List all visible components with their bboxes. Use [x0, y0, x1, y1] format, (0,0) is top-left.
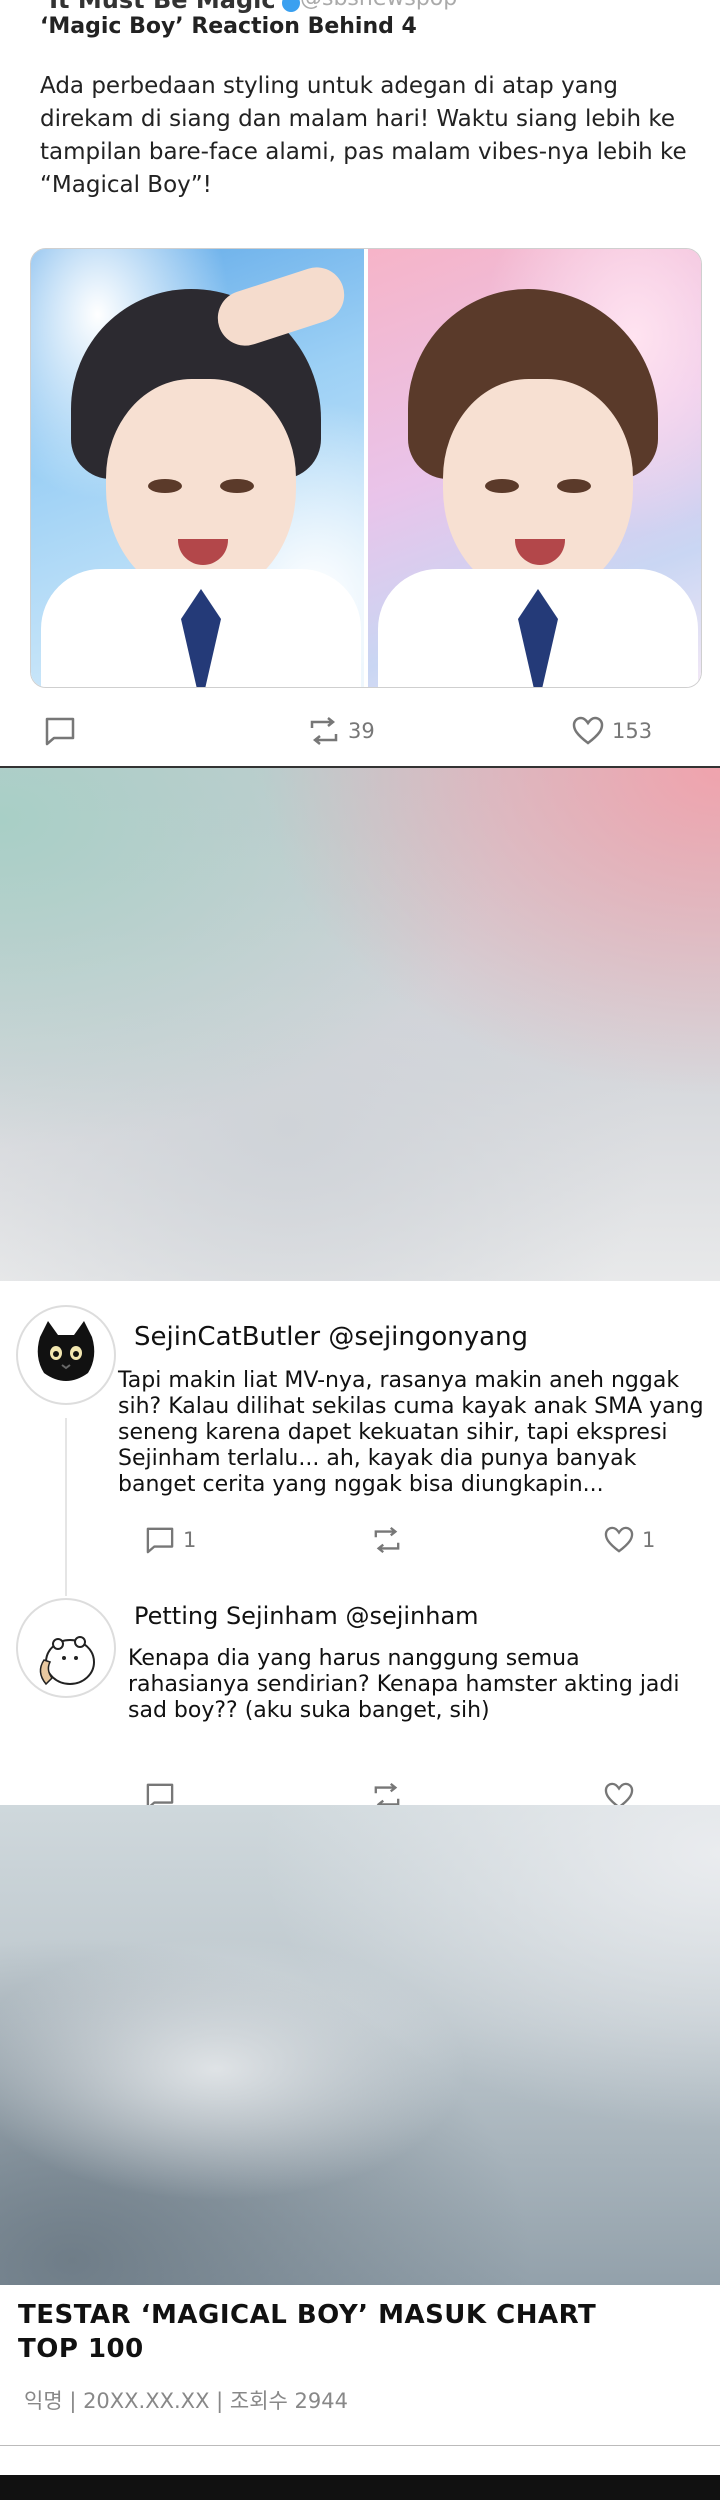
reply-button[interactable] — [44, 716, 76, 746]
eye — [220, 479, 254, 493]
reply-author-name: SejinCatButler — [134, 1322, 321, 1352]
avatar-hamster[interactable] — [16, 1598, 116, 1698]
night-photo[interactable] — [368, 249, 701, 687]
like-button[interactable]: 153 — [572, 716, 652, 746]
like-count: 1 — [642, 1528, 656, 1552]
eye — [485, 479, 519, 493]
retweet-button[interactable]: 39 — [308, 716, 375, 746]
reply-icon — [45, 717, 75, 746]
eye — [148, 479, 182, 493]
reply-text: Tapi makin liat MV-nya, rasanya makin an… — [118, 1368, 704, 1497]
reply-author-handle: @sejinham — [345, 1602, 479, 1630]
tweet-image-grid[interactable] — [30, 248, 702, 688]
hamster-icon — [39, 1636, 95, 1686]
tweet-partial-title: ‘It Must Be Magic’ — [40, 0, 285, 14]
mouth — [515, 539, 565, 565]
verified-badge-icon — [282, 0, 300, 12]
retweet-icon — [310, 717, 338, 745]
reply-button[interactable]: 1 — [145, 1526, 196, 1554]
black-cat-icon — [37, 1321, 95, 1381]
retweet-button[interactable] — [372, 1526, 402, 1554]
reply-author[interactable]: Petting Sejinham @sejinham — [134, 1602, 479, 1630]
reply-author-handle: @sejingonyang — [328, 1322, 529, 1352]
illustration-face — [443, 379, 633, 599]
like-count: 153 — [612, 719, 653, 743]
retweet-count: 39 — [348, 719, 375, 743]
tweet-title: ‘Magic Boy’ Reaction Behind 4 — [40, 14, 417, 39]
mouth — [178, 539, 228, 565]
article-divider — [0, 2445, 720, 2446]
blurred-video-frame[interactable] — [0, 1805, 720, 2285]
day-photo[interactable] — [31, 249, 364, 687]
tweet-body: Ada perbedaan styling untuk adegan di at… — [40, 73, 687, 198]
reply-author[interactable]: SejinCatButler @sejingonyang — [134, 1322, 528, 1352]
blurred-video-frame[interactable] — [0, 768, 720, 1281]
like-button[interactable]: 1 — [604, 1526, 655, 1554]
heart-icon — [604, 1526, 634, 1553]
illustration-face — [106, 379, 296, 599]
thread-connector — [65, 1418, 67, 1596]
reply-count: 1 — [183, 1528, 197, 1552]
reply-text: Kenapa dia yang harus nanggung semua rah… — [128, 1646, 680, 1723]
retweet-icon — [374, 1526, 400, 1554]
eye — [557, 479, 591, 493]
article-meta: 익명 | 20XX.XX.XX | 조회수 2944 — [24, 2389, 348, 2413]
reply-author-name: Petting Sejinham — [134, 1602, 338, 1630]
tweet-partial-handle[interactable]: @sbsnewspop — [300, 0, 457, 11]
article-title[interactable]: TESTAR ‘MAGICAL BOY’ MASUK CHART TOP 100 — [18, 2298, 618, 2366]
avatar-cat[interactable] — [16, 1305, 116, 1405]
heart-icon — [572, 716, 604, 745]
bottom-bar — [0, 2475, 720, 2500]
reply-icon — [146, 1527, 174, 1554]
